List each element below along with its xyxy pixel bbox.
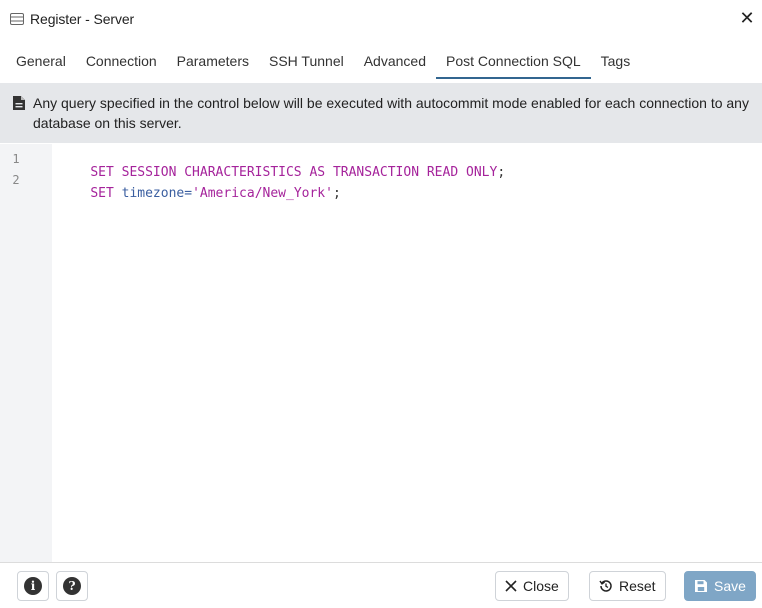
tab-bar: General Connection Parameters SSH Tunnel… — [0, 47, 762, 79]
save-button-label: Save — [714, 578, 746, 594]
tab-parameters[interactable]: Parameters — [167, 47, 259, 79]
document-icon — [12, 95, 26, 111]
reset-icon — [599, 579, 613, 593]
line-number: 2 — [12, 173, 20, 187]
notice-text: Any query specified in the control below… — [33, 95, 749, 131]
sql-keyword: SET — [90, 186, 114, 201]
dialog-titlebar: Register - Server ✕ — [0, 0, 762, 38]
info-button[interactable]: i — [17, 571, 49, 601]
reset-button[interactable]: Reset — [589, 571, 666, 601]
close-icon — [505, 580, 517, 592]
sql-identifier: timezone= — [113, 186, 193, 201]
dialog-title: Register - Server — [30, 11, 135, 27]
tab-advanced[interactable]: Advanced — [354, 47, 436, 79]
close-button[interactable]: Close — [495, 571, 569, 601]
line-number-gutter — [0, 144, 52, 562]
help-button[interactable]: ? — [56, 571, 88, 601]
help-icon: ? — [63, 577, 81, 595]
sql-editor[interactable]: 1 2 SET SESSION CHARACTERISTICS AS TRANS… — [0, 144, 762, 562]
dialog-footer: i ? Close Reset Save — [0, 562, 762, 608]
tab-connection[interactable]: Connection — [76, 47, 167, 79]
reset-button-label: Reset — [619, 578, 656, 594]
close-button-label: Close — [523, 578, 559, 594]
tab-tags[interactable]: Tags — [591, 47, 641, 79]
sql-punct: ; — [497, 165, 506, 180]
sql-string: 'America/New_York' — [192, 186, 333, 201]
info-icon: i — [24, 577, 42, 595]
info-notice: Any query specified in the control below… — [0, 83, 762, 143]
save-icon — [694, 579, 708, 593]
save-button[interactable]: Save — [684, 571, 756, 601]
tab-post-connection-sql[interactable]: Post Connection SQL — [436, 47, 591, 79]
line-number: 1 — [12, 152, 20, 166]
code-line[interactable]: SET timezone='America/New_York'; — [59, 171, 341, 216]
tab-general[interactable]: General — [6, 47, 76, 79]
tab-ssh-tunnel[interactable]: SSH Tunnel — [259, 47, 354, 79]
server-icon — [10, 13, 24, 25]
sql-punct: ; — [332, 186, 341, 201]
close-icon[interactable]: ✕ — [738, 9, 756, 27]
